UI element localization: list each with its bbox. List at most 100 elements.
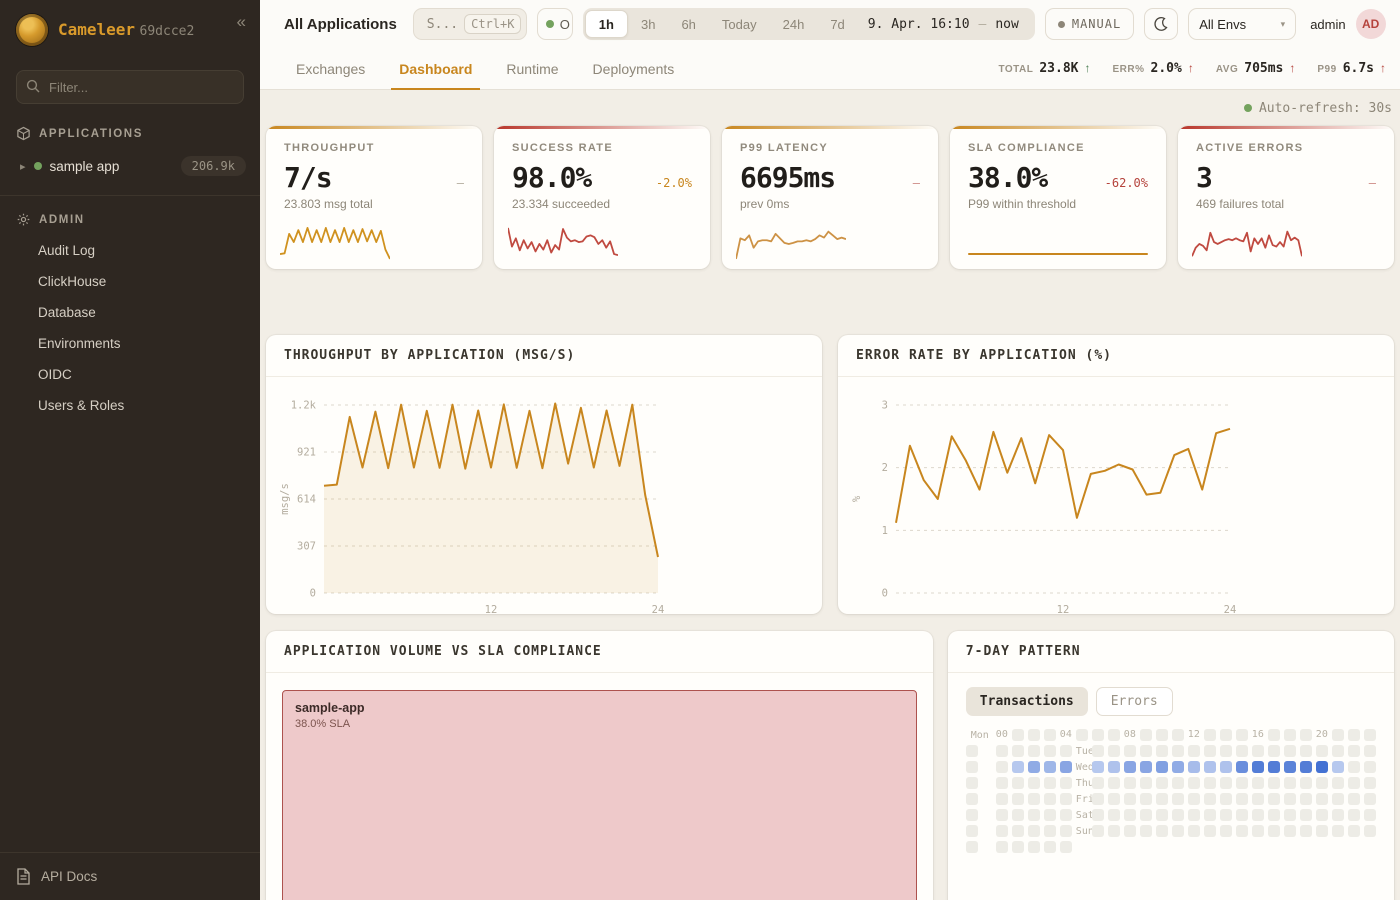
heatmap-cell[interactable] [1332, 729, 1344, 741]
heatmap-cell[interactable] [1140, 761, 1152, 773]
heatmap-cell[interactable] [1140, 729, 1152, 741]
heatmap-cell[interactable] [1252, 777, 1264, 789]
heatmap-cell[interactable] [1204, 745, 1216, 757]
heatmap-cell[interactable] [1172, 793, 1184, 805]
heatmap-cell[interactable] [1236, 825, 1248, 837]
heatmap-cell[interactable] [1220, 761, 1232, 773]
global-search-input[interactable]: S... Ctrl+K [413, 8, 527, 40]
heatmap-cell[interactable] [1220, 809, 1232, 821]
heatmap-cell[interactable] [1332, 825, 1344, 837]
range-button-today[interactable]: Today [709, 10, 770, 38]
heatmap-cell[interactable] [1364, 777, 1376, 789]
heatmap-cell[interactable] [1204, 729, 1216, 741]
heatmap-cell[interactable] [1012, 761, 1024, 773]
heatmap-cell[interactable] [966, 825, 978, 837]
heatmap-cell[interactable] [1044, 809, 1056, 821]
pattern-toggle-errors[interactable]: Errors [1096, 687, 1173, 716]
heatmap-cell[interactable] [1124, 825, 1136, 837]
heatmap-cell[interactable] [1284, 777, 1296, 789]
tab-dashboard[interactable]: Dashboard [399, 48, 472, 89]
heatmap-cell[interactable] [1268, 825, 1280, 837]
heatmap-cell[interactable] [1124, 777, 1136, 789]
heatmap-cell[interactable] [1012, 841, 1024, 853]
heatmap-cell[interactable] [1156, 809, 1168, 821]
heatmap-cell[interactable] [1044, 761, 1056, 773]
sidebar-item-sample-app[interactable]: ▸ sample app 206.9k [0, 149, 260, 183]
heatmap-cell[interactable] [1204, 809, 1216, 821]
heatmap-cell[interactable] [1252, 761, 1264, 773]
heatmap-cell[interactable] [1012, 825, 1024, 837]
heatmap-cell[interactable] [1220, 777, 1232, 789]
heatmap-cell[interactable] [996, 825, 1008, 837]
heatmap-cell[interactable] [1252, 745, 1264, 757]
heatmap-cell[interactable] [1172, 745, 1184, 757]
heatmap-cell[interactable] [1252, 809, 1264, 821]
heatmap-cell[interactable] [1252, 825, 1264, 837]
heatmap-cell[interactable] [1364, 745, 1376, 757]
heatmap-cell[interactable] [1028, 825, 1040, 837]
heatmap-cell[interactable] [1348, 761, 1360, 773]
heatmap-cell[interactable] [1108, 761, 1120, 773]
heatmap-cell[interactable] [1300, 729, 1312, 741]
sidebar-item-users-roles[interactable]: Users & Roles [0, 390, 260, 421]
heatmap-cell[interactable] [1316, 761, 1328, 773]
heatmap-cell[interactable] [1316, 825, 1328, 837]
heatmap-cell[interactable] [1028, 761, 1040, 773]
heatmap-cell[interactable] [1060, 761, 1072, 773]
heatmap-cell[interactable] [1268, 809, 1280, 821]
range-button-7d[interactable]: 7d [817, 10, 857, 38]
heatmap-cell[interactable] [1332, 761, 1344, 773]
sidebar-item-database[interactable]: Database [0, 297, 260, 328]
heatmap-cell[interactable] [1188, 793, 1200, 805]
heatmap-cell[interactable] [1060, 825, 1072, 837]
heatmap-cell[interactable] [1140, 825, 1152, 837]
heatmap-cell[interactable] [1044, 777, 1056, 789]
heatmap-cell[interactable] [1044, 841, 1056, 853]
heatmap-cell[interactable] [1092, 809, 1104, 821]
heatmap-cell[interactable] [1220, 825, 1232, 837]
heatmap-cell[interactable] [1300, 809, 1312, 821]
heatmap-cell[interactable] [1012, 729, 1024, 741]
heatmap-cell[interactable] [1188, 777, 1200, 789]
heatmap-cell[interactable] [1204, 793, 1216, 805]
sidebar-collapse-icon[interactable]: « [237, 12, 246, 32]
heatmap-cell[interactable] [1060, 777, 1072, 789]
heatmap-cell[interactable] [1364, 761, 1376, 773]
filter-input[interactable] [16, 70, 244, 104]
online-indicator[interactable]: O [537, 8, 573, 40]
heatmap-cell[interactable] [966, 777, 978, 789]
heatmap-cell[interactable] [1236, 777, 1248, 789]
heatmap-cell[interactable] [1316, 793, 1328, 805]
heatmap-cell[interactable] [1044, 745, 1056, 757]
heatmap-cell[interactable] [1092, 825, 1104, 837]
heatmap-cell[interactable] [1156, 793, 1168, 805]
heatmap-cell[interactable] [1268, 729, 1280, 741]
sidebar-item-oidc[interactable]: OIDC [0, 359, 260, 390]
heatmap-cell[interactable] [1348, 729, 1360, 741]
heatmap-cell[interactable] [1108, 809, 1120, 821]
heatmap-cell[interactable] [1284, 825, 1296, 837]
heatmap-cell[interactable] [966, 793, 978, 805]
heatmap-cell[interactable] [1012, 809, 1024, 821]
heatmap-cell[interactable] [1156, 729, 1168, 741]
heatmap-cell[interactable] [1124, 745, 1136, 757]
heatmap-cell[interactable] [1348, 825, 1360, 837]
heatmap-cell[interactable] [1236, 745, 1248, 757]
heatmap-cell[interactable] [1012, 777, 1024, 789]
heatmap-cell[interactable] [1172, 825, 1184, 837]
heatmap-cell[interactable] [1300, 825, 1312, 837]
range-button-6h[interactable]: 6h [668, 10, 708, 38]
heatmap-cell[interactable] [1028, 809, 1040, 821]
sidebar-item-api-docs[interactable]: API Docs [0, 852, 260, 900]
heatmap-cell[interactable] [1012, 793, 1024, 805]
heatmap-cell[interactable] [996, 777, 1008, 789]
heatmap-cell[interactable] [1028, 777, 1040, 789]
heatmap-cell[interactable] [996, 841, 1008, 853]
heatmap-cell[interactable] [966, 761, 978, 773]
range-button-3h[interactable]: 3h [628, 10, 668, 38]
heatmap-cell[interactable] [1284, 761, 1296, 773]
heatmap-cell[interactable] [1268, 745, 1280, 757]
heatmap-cell[interactable] [1140, 777, 1152, 789]
heatmap-cell[interactable] [1140, 809, 1152, 821]
heatmap-cell[interactable] [1012, 745, 1024, 757]
